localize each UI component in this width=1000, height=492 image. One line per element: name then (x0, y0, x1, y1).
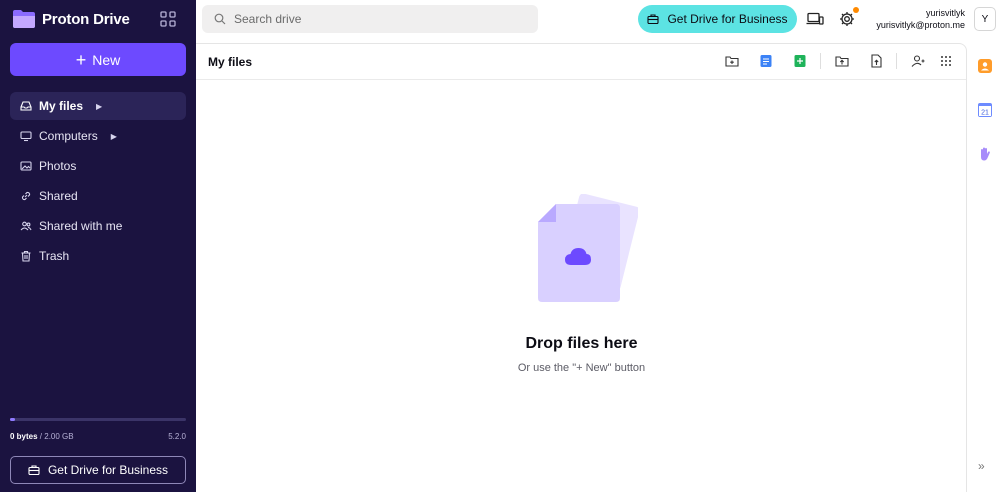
sidebar-item-shared[interactable]: Shared (10, 182, 186, 210)
new-button-label: New (92, 51, 121, 68)
notification-dot (853, 7, 859, 13)
users-icon (20, 220, 32, 232)
storage-bar-fill (10, 418, 16, 421)
inbox-icon (20, 100, 32, 112)
brand-name: Proton Drive (42, 10, 130, 28)
sidebar-get-business-button[interactable]: Get Drive for Business (10, 456, 186, 484)
sidebar-item-label: Shared with me (39, 219, 123, 233)
storage-used: 0 bytes (10, 432, 38, 441)
new-spreadsheet-icon[interactable] (792, 53, 808, 69)
page-title: My files (208, 55, 253, 69)
sidebar-nav: My files ▶ Computers ▶ Photos Shared Sha… (10, 92, 186, 272)
upload-file-icon[interactable] (868, 53, 884, 69)
share-user-icon[interactable] (910, 53, 926, 69)
upload-folder-icon[interactable] (834, 53, 850, 69)
sidebar-item-label: Photos (39, 159, 77, 173)
sidebar-item-label: My files (39, 99, 84, 113)
settings-gear-icon[interactable] (838, 7, 859, 28)
sidebar-item-my-files[interactable]: My files ▶ (10, 92, 186, 120)
trash-icon (20, 250, 32, 262)
image-icon (20, 160, 32, 172)
sidebar-item-label: Shared (39, 189, 78, 203)
search-input[interactable] (234, 12, 514, 26)
proton-drive-logo-icon (13, 10, 35, 28)
empty-files-illustration-icon (537, 193, 640, 302)
collapse-rail-icon[interactable]: » (978, 459, 985, 473)
new-folder-icon[interactable] (724, 53, 740, 69)
empty-state: Drop files here Or use the "+ New" butto… (196, 193, 967, 374)
empty-state-title: Drop files here (525, 335, 638, 352)
monitor-icon (20, 130, 32, 142)
top-business-label: Get Drive for Business (667, 12, 788, 26)
app-version: 5.2.0 (168, 432, 186, 441)
devices-icon[interactable] (806, 10, 824, 28)
sidebar-business-label: Get Drive for Business (47, 463, 169, 477)
sidebar-item-trash[interactable]: Trash (10, 242, 186, 270)
search-bar[interactable] (202, 5, 538, 33)
search-icon (214, 13, 226, 25)
caret-right-icon[interactable]: ▶ (111, 132, 117, 141)
briefcase-icon (28, 465, 40, 476)
more-grid-icon[interactable] (938, 53, 954, 69)
main-content: My files Drop files here Or use the "+ N… (196, 43, 967, 492)
storage-bar (10, 418, 186, 421)
toolbar: My files (196, 44, 966, 80)
user-email: yurisvitlyk@proton.me (876, 20, 965, 30)
sidebar-item-shared-with-me[interactable]: Shared with me (10, 212, 186, 240)
storage-indicator: 0 bytes / 2.00 GB 5.2.0 (10, 418, 186, 441)
right-rail: 21 » (968, 43, 1000, 492)
plus-icon: + (75, 49, 87, 70)
apps-grid-icon[interactable] (159, 10, 177, 28)
top-get-business-button[interactable]: Get Drive for Business (638, 5, 797, 33)
storage-usage: 0 bytes / 2.00 GB (10, 432, 74, 441)
caret-right-icon[interactable]: ▶ (96, 102, 102, 111)
user-menu[interactable]: yurisvitlyk yurisvitlyk@proton.me (860, 7, 965, 31)
sidebar-item-photos[interactable]: Photos (10, 152, 186, 180)
contacts-icon[interactable] (976, 57, 993, 74)
storage-total: 2.00 GB (44, 432, 74, 441)
calendar-icon[interactable]: 21 (976, 101, 993, 118)
empty-state-subtitle: Or use the "+ New" button (517, 362, 646, 374)
calendar-day: 21 (981, 109, 989, 116)
sidebar: Proton Drive + New My files ▶ Computers … (0, 0, 196, 492)
user-name: yurisvitlyk (925, 8, 965, 18)
sidebar-item-label: Trash (39, 249, 70, 263)
briefcase-icon (647, 14, 660, 25)
new-document-icon[interactable] (758, 53, 774, 69)
new-button[interactable]: + New (10, 43, 186, 76)
avatar[interactable]: Y (974, 7, 996, 31)
sidebar-item-computers[interactable]: Computers ▶ (10, 122, 186, 150)
sidebar-item-label: Computers (39, 129, 98, 143)
wave-hand-icon[interactable] (976, 145, 993, 162)
link-icon (20, 190, 32, 202)
brand[interactable]: Proton Drive (12, 8, 130, 30)
